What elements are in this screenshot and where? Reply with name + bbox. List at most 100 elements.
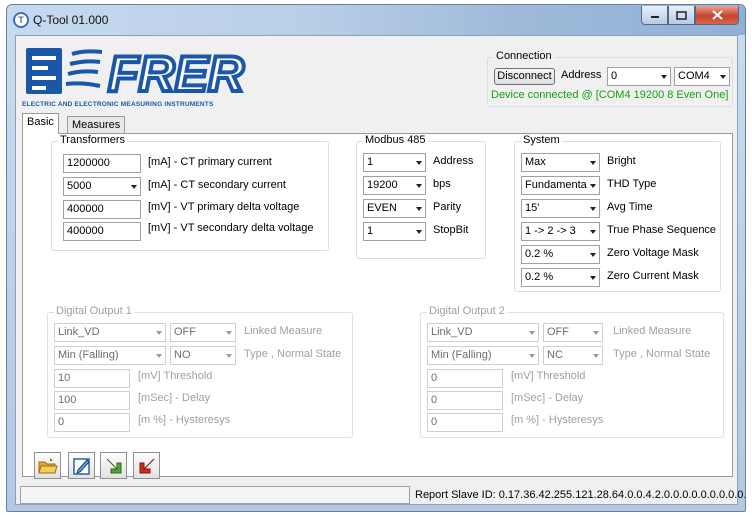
do1-threshold-input[interactable]: 10 xyxy=(54,369,130,388)
digital-output-1-title: Digital Output 1 xyxy=(54,305,134,317)
digital-output-1-group: Digital Output 1 Link_VD OFF Linked Meas… xyxy=(47,305,353,438)
disconnect-button[interactable]: Disconnect xyxy=(494,68,555,85)
chevron-down-icon xyxy=(661,75,667,79)
do2-threshold-label: [mV] Threshold xyxy=(511,370,586,382)
modbus-address-select[interactable]: 1 xyxy=(363,153,426,172)
ct-primary-input[interactable]: 1200000 xyxy=(63,154,141,173)
modbus-stopbit-select[interactable]: 1 xyxy=(363,222,426,241)
thd-type-select[interactable]: Fundamenta xyxy=(521,176,600,195)
minimize-button[interactable] xyxy=(641,6,668,25)
do2-normal-state-select[interactable]: NC xyxy=(543,346,603,365)
chevron-down-icon xyxy=(131,185,137,189)
modbus-stopbit-label: StopBit xyxy=(433,224,469,236)
do2-linked-label: Linked Measure xyxy=(613,325,692,337)
modbus-parity-select[interactable]: EVEN xyxy=(363,199,426,218)
modbus-parity-label: Parity xyxy=(433,201,462,213)
main-client-area: FRER ELECTRIC AND ELECTRONIC MEASURING I… xyxy=(15,35,745,505)
ct-secondary-label: [mA] - CT secondary current xyxy=(148,179,286,191)
do2-type-label: Type , Normal State xyxy=(613,348,711,360)
chevron-down-icon xyxy=(416,161,422,165)
do1-threshold-label: [mV] Threshold xyxy=(138,370,213,382)
vt-primary-input[interactable]: 400000 xyxy=(63,200,141,219)
modbus-bps-select[interactable]: 19200 xyxy=(363,176,426,195)
open-button[interactable] xyxy=(34,452,61,479)
open-folder-icon xyxy=(37,457,58,473)
bright-select[interactable]: Max xyxy=(521,153,600,172)
chevron-down-icon xyxy=(416,184,422,188)
report-slave-id: Report Slave ID: 0.17.36.42.255.121.28.6… xyxy=(415,489,746,501)
do1-type-label: Type , Normal State xyxy=(244,348,342,360)
close-button[interactable] xyxy=(695,6,739,25)
do2-type-select[interactable]: Min (Falling) xyxy=(427,346,539,365)
app-icon: T xyxy=(13,12,29,28)
maximize-button[interactable] xyxy=(668,6,695,25)
vt-primary-label: [mV] - VT primary delta voltage xyxy=(148,201,300,213)
do2-hysteresys-input[interactable]: 0 xyxy=(427,413,503,432)
chevron-down-icon xyxy=(416,207,422,211)
do1-type-select[interactable]: Min (Falling) xyxy=(54,346,166,365)
chevron-down-icon xyxy=(593,331,599,335)
close-icon xyxy=(711,10,723,20)
zero-current-mask-select[interactable]: 0.2 % xyxy=(521,268,600,287)
connection-title: Connection xyxy=(494,50,554,62)
title-bar[interactable]: T Q-Tool 01.000 xyxy=(7,5,745,35)
chevron-down-icon xyxy=(226,354,232,358)
do1-delay-input[interactable]: 100 xyxy=(54,391,130,410)
chevron-down-icon xyxy=(416,230,422,234)
do1-linked-label: Linked Measure xyxy=(244,325,323,337)
connection-group: Connection Disconnect Address 0 COM4 Dev… xyxy=(487,50,733,107)
phase-sequence-select[interactable]: 1 -> 2 -> 3 xyxy=(521,222,600,241)
chevron-down-icon xyxy=(593,354,599,358)
basic-tab-panel: Transformers 1200000 [mA] - CT primary c… xyxy=(22,133,733,477)
avg-time-label: Avg Time xyxy=(607,201,653,213)
bright-label: Bright xyxy=(607,155,636,167)
zero-voltage-mask-select[interactable]: 0.2 % xyxy=(521,245,600,264)
window-controls xyxy=(641,6,739,25)
do2-threshold-input[interactable]: 0 xyxy=(427,369,503,388)
avg-time-select[interactable]: 15' xyxy=(521,199,600,218)
do2-hysteresys-label: [m %] - Hysteresys xyxy=(511,414,604,426)
modbus-address-label: Address xyxy=(433,155,474,167)
system-group: System Max Bright Fundamenta THD Type 15… xyxy=(514,134,721,292)
system-title: System xyxy=(521,134,562,146)
read-button[interactable] xyxy=(100,452,127,479)
do1-normal-state-select[interactable]: NO xyxy=(170,346,236,365)
frer-logo: FRER ELECTRIC AND ELECTRONIC MEASURING I… xyxy=(22,44,282,112)
chevron-down-icon xyxy=(590,276,596,280)
modbus-group: Modbus 485 1 Address 19200 bps EVEN Pari… xyxy=(356,134,486,259)
port-select[interactable]: COM4 xyxy=(674,67,730,86)
transformers-group: Transformers 1200000 [mA] - CT primary c… xyxy=(51,134,329,251)
phase-sequence-label: True Phase Sequence xyxy=(607,224,717,236)
edit-button[interactable] xyxy=(68,452,95,479)
connection-status: Device connected @ [COM4 19200 8 Even On… xyxy=(491,89,729,101)
logo-brand-text: FRER xyxy=(108,46,244,100)
do1-delay-label: [mSec] - Delay xyxy=(138,392,211,404)
digital-output-2-title: Digital Output 2 xyxy=(427,305,507,317)
app-window: T Q-Tool 01.000 FRER ELECTRIC AND ELECTR… xyxy=(6,4,746,512)
ct-secondary-select[interactable]: 5000 xyxy=(63,177,141,196)
chevron-down-icon xyxy=(156,354,162,358)
maximize-icon xyxy=(676,10,687,20)
minimize-icon xyxy=(650,16,659,18)
tab-basic[interactable]: Basic xyxy=(22,113,59,134)
vt-secondary-input[interactable]: 400000 xyxy=(63,222,141,241)
do2-state-select[interactable]: OFF xyxy=(543,323,603,342)
write-button[interactable] xyxy=(133,452,160,479)
window-title: Q-Tool 01.000 xyxy=(33,13,109,27)
modbus-bps-label: bps xyxy=(433,178,451,190)
logo-tagline: ELECTRIC AND ELECTRONIC MEASURING INSTRU… xyxy=(22,101,214,108)
ct-primary-label: [mA] - CT primary current xyxy=(148,156,272,168)
do1-measure-select[interactable]: Link_VD xyxy=(54,323,166,342)
chevron-down-icon xyxy=(590,207,596,211)
do2-measure-select[interactable]: Link_VD xyxy=(427,323,539,342)
vt-secondary-label: [mV] - VT secondary delta voltage xyxy=(148,222,314,234)
address-select[interactable]: 0 xyxy=(607,67,671,86)
do1-hysteresys-input[interactable]: 0 xyxy=(54,413,130,432)
zero-current-mask-label: Zero Current Mask xyxy=(607,270,699,282)
do2-delay-input[interactable]: 0 xyxy=(427,391,503,410)
do1-state-select[interactable]: OFF xyxy=(170,323,236,342)
zero-voltage-mask-label: Zero Voltage Mask xyxy=(607,247,699,259)
chevron-down-icon xyxy=(590,253,596,257)
transformers-title: Transformers xyxy=(58,134,127,146)
frer-logo-graphic: FRER xyxy=(26,44,246,104)
